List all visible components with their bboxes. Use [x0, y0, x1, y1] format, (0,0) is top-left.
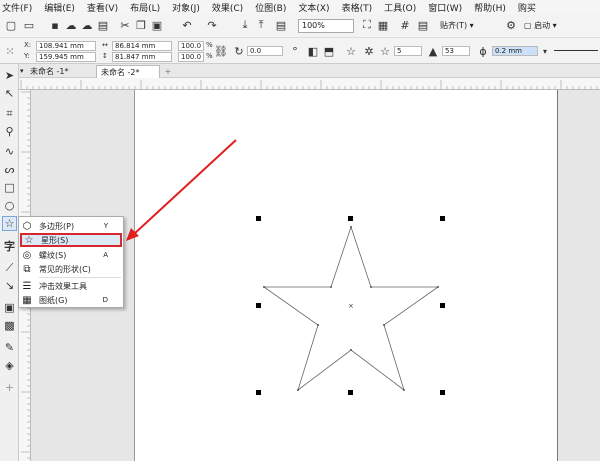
star-node[interactable]: [263, 286, 265, 288]
flyout-item-graph-paper[interactable]: ▦ 图纸(G) D: [20, 293, 122, 307]
star-node[interactable]: [350, 226, 352, 228]
flyout-item-star[interactable]: ☆ 星形(S): [20, 233, 122, 247]
selection-handle[interactable]: [256, 216, 261, 221]
polygon-tools-flyout: ⬡ 多边形(P) Y ☆ 星形(S) ◎ 螺纹(S) A ⧉ 常见的形状(C) …: [18, 216, 124, 308]
flyout-item-label: 星形(S): [41, 235, 69, 245]
flyout-shortcut: Y: [103, 222, 108, 230]
flyout-item-polygon[interactable]: ⬡ 多边形(P) Y: [20, 219, 122, 233]
star-node[interactable]: [297, 389, 299, 391]
selection-handle[interactable]: [440, 216, 445, 221]
impact-effect-icon: ☰: [22, 280, 32, 292]
common-shapes-icon: ⧉: [23, 263, 31, 275]
star-node[interactable]: [350, 349, 352, 351]
star-icon: ☆: [24, 234, 34, 246]
selection-handle[interactable]: [440, 303, 445, 308]
flyout-item-label: 冲击效果工具: [39, 281, 87, 291]
spiral-icon: ◎: [22, 249, 32, 261]
star-node[interactable]: [437, 286, 439, 288]
flyout-item-label: 常见的形状(C): [39, 264, 91, 274]
flyout-item-label: 螺纹(S): [39, 250, 67, 260]
star-node[interactable]: [383, 324, 385, 326]
flyout-shortcut: D: [102, 296, 108, 304]
polygon-icon: ⬡: [22, 220, 32, 232]
star-node[interactable]: [403, 389, 405, 391]
flyout-item-impact-tool[interactable]: ☰ 冲击效果工具: [20, 279, 122, 293]
selection-handle[interactable]: [348, 390, 353, 395]
star-node[interactable]: [370, 286, 372, 288]
selection-handle[interactable]: [348, 216, 353, 221]
flyout-item-common-shapes[interactable]: ⧉ 常见的形状(C): [20, 262, 122, 276]
star-node[interactable]: [317, 324, 319, 326]
flyout-divider: [39, 277, 121, 278]
selection-handle[interactable]: [256, 390, 261, 395]
selection-handle[interactable]: [256, 303, 261, 308]
flyout-item-label: 图纸(G): [39, 295, 68, 305]
center-marker[interactable]: ×: [348, 302, 354, 310]
flyout-shortcut: A: [103, 251, 108, 259]
selection-handle[interactable]: [440, 390, 445, 395]
graph-paper-icon: ▦: [22, 294, 32, 306]
star-node[interactable]: [330, 286, 332, 288]
flyout-item-label: 多边形(P): [39, 221, 75, 231]
flyout-item-spiral[interactable]: ◎ 螺纹(S) A: [20, 248, 122, 262]
annotation-arrow: [133, 139, 237, 235]
